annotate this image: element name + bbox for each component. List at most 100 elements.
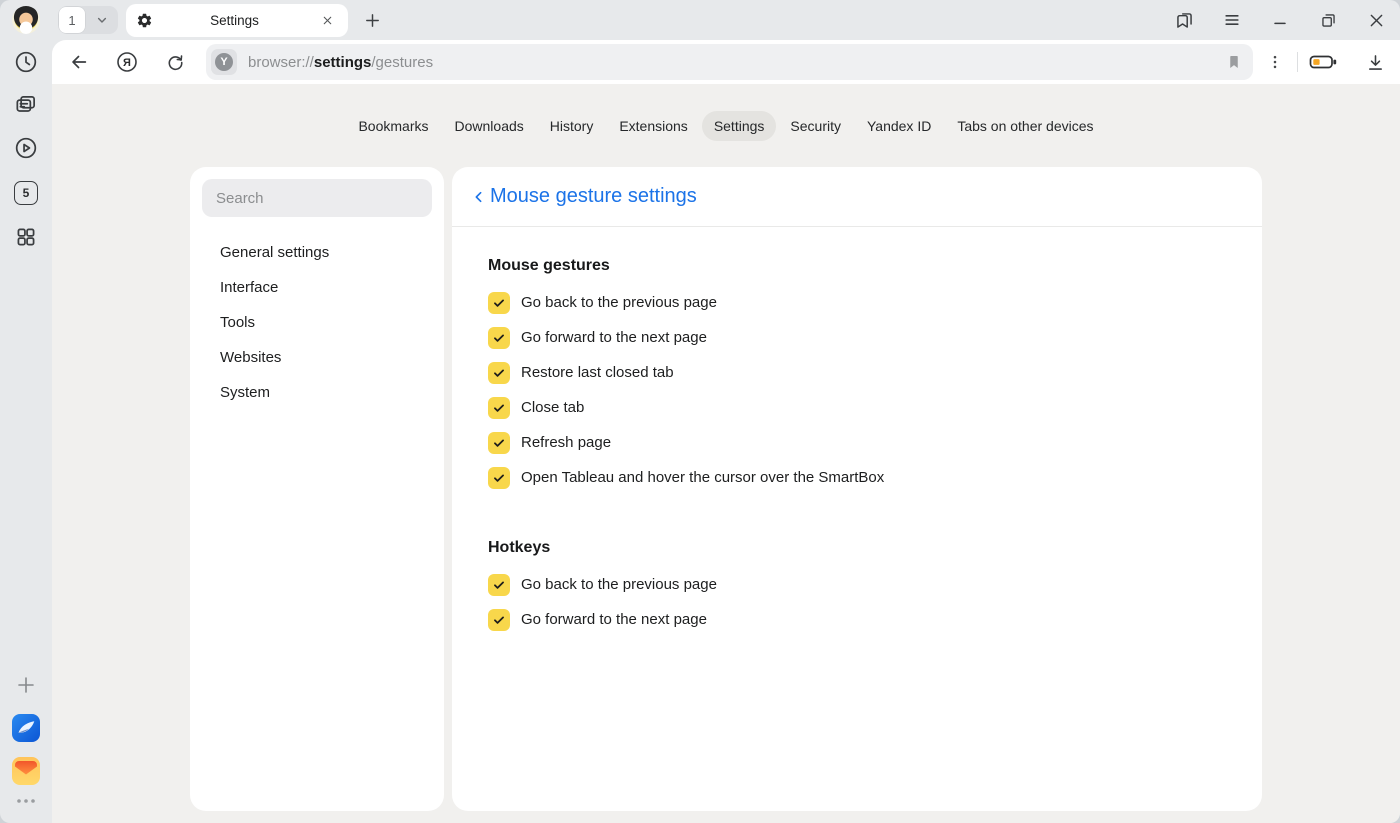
checkmark-icon bbox=[492, 296, 506, 310]
checkbox[interactable] bbox=[488, 467, 510, 489]
minimize-button[interactable] bbox=[1256, 0, 1304, 40]
svg-text:Я: Я bbox=[123, 57, 131, 69]
gesture-option-row: Refresh page bbox=[488, 425, 1226, 460]
tab-counter-control[interactable]: 1 bbox=[58, 6, 118, 34]
more-panels-button[interactable] bbox=[15, 796, 37, 806]
settings-sections-list: General settings Interface Tools Website… bbox=[202, 235, 432, 410]
sidebar-item[interactable]: Websites bbox=[202, 340, 432, 375]
checkmark-icon bbox=[492, 613, 506, 627]
site-badge[interactable]: Y bbox=[211, 49, 237, 75]
sidebar-item[interactable]: Tools bbox=[202, 305, 432, 340]
left-sidebar: 5 bbox=[0, 0, 52, 823]
checkbox[interactable] bbox=[488, 609, 510, 631]
refresh-button[interactable] bbox=[158, 45, 192, 79]
address-bar[interactable]: Y browser://settings/gestures bbox=[206, 44, 1253, 80]
checkbox[interactable] bbox=[488, 327, 510, 349]
restore-window-icon bbox=[1319, 11, 1338, 30]
side-panels-button[interactable] bbox=[1160, 0, 1208, 40]
back-to-settings-button[interactable] bbox=[468, 186, 490, 208]
option-label: Close tab bbox=[521, 399, 584, 416]
settings-page: Bookmarks Downloads History Extensions S… bbox=[52, 84, 1400, 823]
nav-tab-label: Yandex ID bbox=[867, 118, 931, 134]
nav-tab[interactable]: Downloads bbox=[443, 111, 536, 141]
active-tab[interactable]: Settings bbox=[126, 4, 348, 37]
close-window-button[interactable] bbox=[1352, 0, 1400, 40]
nav-tab[interactable]: Security bbox=[778, 111, 853, 141]
nav-tab[interactable]: Settings bbox=[702, 111, 777, 141]
browser-app-icon bbox=[12, 714, 40, 742]
nav-tab-label: Extensions bbox=[619, 118, 687, 134]
plus-icon bbox=[362, 10, 383, 31]
chevron-left-icon bbox=[471, 189, 487, 205]
refresh-icon bbox=[165, 52, 186, 73]
history-button[interactable] bbox=[13, 49, 39, 75]
play-icon bbox=[13, 135, 39, 161]
mail-app-button[interactable] bbox=[12, 757, 40, 785]
nav-tab[interactable]: Tabs on other devices bbox=[945, 111, 1105, 141]
nav-tab[interactable]: History bbox=[538, 111, 606, 141]
options-list: Go back to the previous page bbox=[488, 285, 1226, 495]
gear-icon bbox=[136, 12, 153, 29]
tab-title: Settings bbox=[153, 13, 316, 28]
checkbox[interactable] bbox=[488, 292, 510, 314]
checkbox[interactable] bbox=[488, 362, 510, 384]
browser-app-button[interactable] bbox=[12, 714, 40, 742]
video-button[interactable] bbox=[13, 135, 39, 161]
nav-tab-label: Tabs on other devices bbox=[957, 118, 1093, 134]
checkmark-icon bbox=[492, 331, 506, 345]
gesture-option-row: Go forward to the next page bbox=[488, 320, 1226, 355]
tab-panel-button[interactable]: 5 bbox=[14, 181, 38, 205]
restore-button[interactable] bbox=[1304, 0, 1352, 40]
option-label: Go back to the previous page bbox=[521, 576, 717, 593]
new-tab-button[interactable] bbox=[357, 5, 387, 35]
hamburger-menu-icon bbox=[1222, 10, 1242, 30]
mail-app-icon bbox=[12, 757, 40, 785]
ellipsis-icon bbox=[15, 796, 37, 806]
nav-tab[interactable]: Yandex ID bbox=[855, 111, 943, 141]
profile-avatar[interactable] bbox=[12, 6, 40, 34]
url-text[interactable]: browser://settings/gestures bbox=[248, 54, 433, 71]
gesture-option-row: Go back to the previous page bbox=[488, 285, 1226, 320]
panel-header[interactable]: Mouse gesture settings bbox=[452, 167, 1262, 227]
feed-button[interactable] bbox=[13, 92, 39, 118]
bookmark-icon[interactable] bbox=[1225, 53, 1243, 71]
extensions-menu-button[interactable] bbox=[1253, 45, 1297, 79]
option-label: Open Tableau and hover the cursor over t… bbox=[521, 469, 884, 486]
checkmark-icon bbox=[492, 436, 506, 450]
checkmark-icon bbox=[492, 578, 506, 592]
tab-count-badge: 5 bbox=[23, 186, 30, 200]
plus-icon bbox=[14, 673, 38, 697]
yandex-home-button[interactable]: Я bbox=[110, 45, 144, 79]
nav-tab-label: History bbox=[550, 118, 594, 134]
tab-close-button[interactable] bbox=[316, 9, 338, 31]
services-button[interactable] bbox=[13, 224, 39, 250]
browser-menu-button[interactable] bbox=[1208, 0, 1256, 40]
tab-list-dropdown[interactable] bbox=[86, 6, 118, 34]
nav-tab[interactable]: Bookmarks bbox=[346, 111, 440, 141]
gesture-option-row: Go forward to the next page bbox=[488, 602, 1226, 637]
back-button[interactable] bbox=[62, 45, 96, 79]
search-input[interactable] bbox=[202, 179, 432, 217]
option-label: Refresh page bbox=[521, 434, 611, 451]
section-heading: Mouse gestures bbox=[488, 255, 1226, 277]
nav-tab[interactable]: Extensions bbox=[607, 111, 699, 141]
downloads-button[interactable] bbox=[1350, 45, 1400, 79]
checkbox[interactable] bbox=[488, 574, 510, 596]
gesture-option-row: Close tab bbox=[488, 390, 1226, 425]
close-icon bbox=[321, 14, 334, 27]
battery-saver-button[interactable] bbox=[1298, 45, 1350, 79]
checkbox[interactable] bbox=[488, 397, 510, 419]
sidebar-item[interactable]: Interface bbox=[202, 270, 432, 305]
apps-grid-icon bbox=[13, 224, 39, 250]
section-heading: Hotkeys bbox=[488, 537, 1226, 559]
sidebar-item-label: Interface bbox=[220, 279, 278, 296]
settings-section: Mouse gestures bbox=[488, 255, 1226, 495]
add-panel-button[interactable] bbox=[14, 673, 38, 697]
battery-icon bbox=[1309, 51, 1339, 73]
sidebar-item[interactable]: General settings bbox=[202, 235, 432, 270]
tab-counter[interactable]: 1 bbox=[58, 6, 86, 34]
options-list: Go back to the previous page bbox=[488, 567, 1226, 637]
checkbox[interactable] bbox=[488, 432, 510, 454]
clock-icon bbox=[13, 49, 39, 75]
sidebar-item[interactable]: System bbox=[202, 375, 432, 410]
